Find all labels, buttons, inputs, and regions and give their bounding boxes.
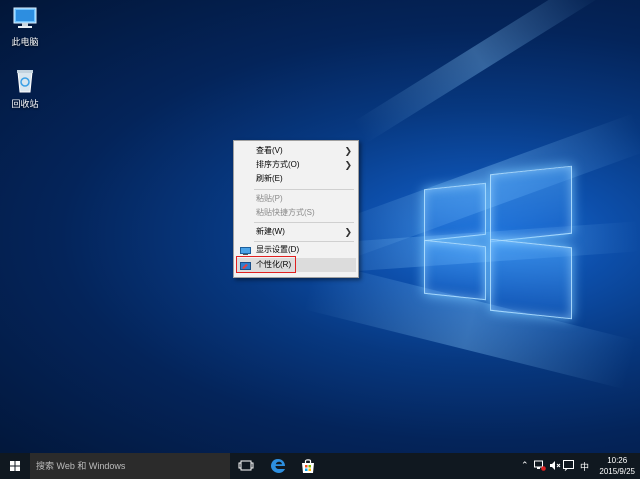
windows-logo-pane [424,182,486,242]
menu-item-view[interactable]: 查看(V) ❯ [236,144,356,158]
windows-logo-pane [490,238,572,320]
display-icon [240,246,251,255]
search-input[interactable]: 搜索 Web 和 Windows [30,453,230,479]
desktop-icon-label: 回收站 [11,99,39,109]
ime-indicator[interactable]: 中 [580,460,589,473]
recycle-bin-icon [11,68,39,94]
menu-item-label: 查看(V) [256,146,283,155]
menu-item-new[interactable]: 新建(W) ❯ [236,225,356,239]
menu-separator [254,241,354,242]
computer-icon [11,6,39,32]
desktop-context-menu: 查看(V) ❯ 排序方式(O) ❯ 刷新(E) 粘贴(P) 粘贴快捷方式(S) … [233,140,359,278]
chevron-up-icon[interactable]: ⌃ [521,460,529,471]
chevron-right-icon: ❯ [344,146,352,156]
windows-start-icon [10,461,20,471]
clock-time: 10:26 [607,456,628,465]
desktop-icon-recycle-bin[interactable]: 回收站 [0,68,50,110]
task-view-icon[interactable] [238,458,254,474]
menu-item-display-settings[interactable]: 显示设置(D) [236,243,356,257]
edge-icon[interactable] [270,458,286,474]
action-center-icon[interactable] [563,460,574,473]
clock-date: 2015/9/25 [599,467,635,476]
desktop-icon-label: 此电脑 [11,37,39,47]
light-beam [353,0,605,144]
taskbar: 搜索 Web 和 Windows ⌃ 中 10:26 2015/9/25 [0,453,640,479]
menu-item-paste-shortcut[interactable]: 粘贴快捷方式(S) [236,206,356,220]
windows-logo-pane [490,165,572,243]
menu-item-sort-by[interactable]: 排序方式(O) ❯ [236,158,356,172]
menu-item-label: 刷新(E) [256,174,283,183]
menu-item-label: 显示设置(D) [256,245,300,254]
clock[interactable]: 10:26 2015/9/25 [599,455,635,477]
menu-item-refresh[interactable]: 刷新(E) [236,172,356,186]
start-button[interactable] [0,453,30,479]
personalize-icon [240,261,251,270]
desktop-icon-this-pc[interactable]: 此电脑 [0,6,50,48]
search-placeholder: 搜索 Web 和 Windows [36,461,126,471]
store-icon[interactable] [300,458,316,474]
menu-separator [254,189,354,190]
menu-item-label: 个性化(R) [256,260,292,269]
menu-item-label: 粘贴(P) [256,194,283,203]
menu-item-personalize[interactable]: 个性化(R) [236,258,356,272]
chevron-right-icon: ❯ [344,160,352,170]
menu-item-label: 粘贴快捷方式(S) [256,208,315,217]
windows-logo-pane [424,239,486,301]
menu-separator [254,222,354,223]
menu-item-label: 排序方式(O) [256,160,300,169]
menu-item-paste[interactable]: 粘贴(P) [236,192,356,206]
chevron-right-icon: ❯ [344,227,352,237]
menu-item-label: 新建(W) [256,227,285,236]
network-warning-icon[interactable] [534,460,546,473]
volume-muted-icon[interactable] [549,460,561,473]
